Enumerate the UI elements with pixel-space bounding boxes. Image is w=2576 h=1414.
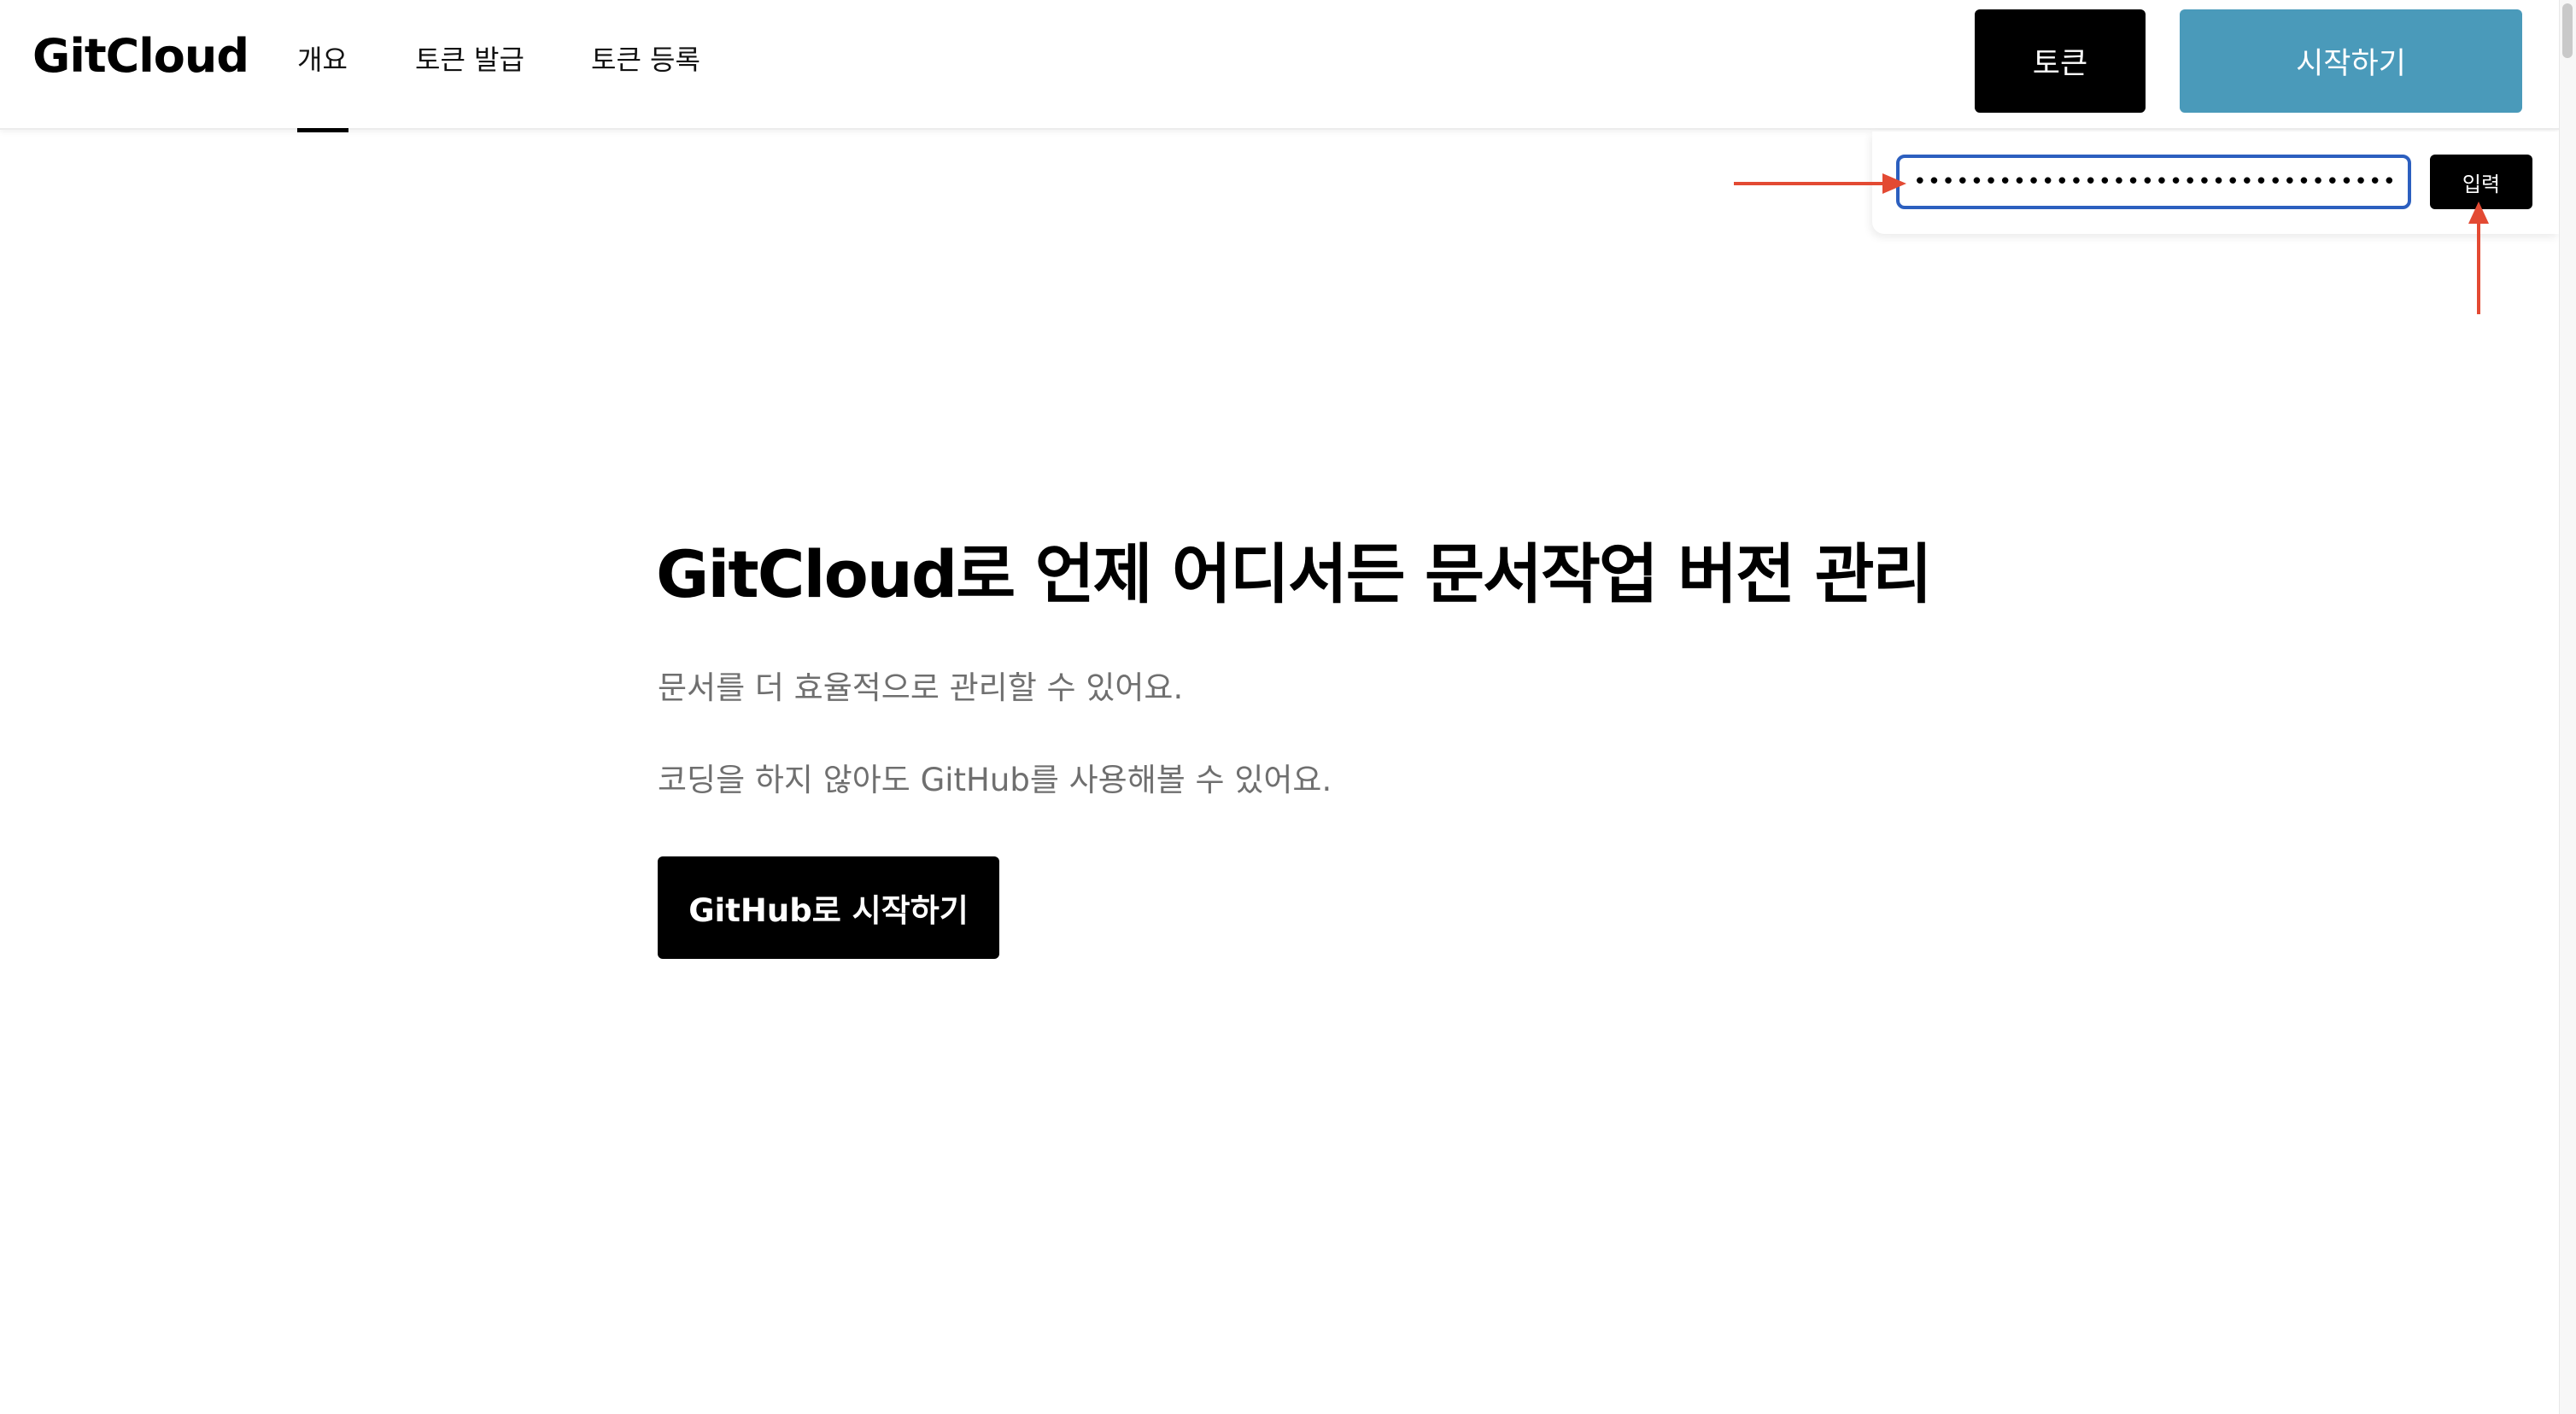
top-nav-bar: GitCloud 개요 토큰 발급 토큰 등록 토큰 시작하기 <box>0 0 2559 132</box>
token-input[interactable] <box>1896 155 2411 209</box>
vertical-scrollbar[interactable] <box>2559 0 2576 1414</box>
hero-title: GitCloud로 언제 어디서든 문서작업 버전 관리 <box>656 536 1932 612</box>
github-start-button[interactable]: GitHub로 시작하기 <box>658 856 999 959</box>
logo[interactable]: GitCloud <box>32 29 249 84</box>
page: GitCloud 개요 토큰 발급 토큰 등록 토큰 시작하기 입력 GitCl… <box>0 0 2576 1414</box>
nav-item-token-register[interactable]: 토큰 등록 <box>591 41 700 79</box>
active-tab-indicator <box>297 128 348 132</box>
nav-item-token-issue[interactable]: 토큰 발급 <box>415 41 524 79</box>
start-button[interactable]: 시작하기 <box>2180 9 2522 113</box>
hero-subtitle-1: 문서를 더 효율적으로 관리할 수 있어요. <box>658 669 1184 706</box>
token-button[interactable]: 토큰 <box>1975 9 2146 113</box>
scrollbar-thumb[interactable] <box>2562 3 2573 58</box>
hero-subtitle-2: 코딩을 하지 않아도 GitHub를 사용해볼 수 있어요. <box>658 762 1332 798</box>
token-submit-button[interactable]: 입력 <box>2430 155 2532 209</box>
nav-item-overview[interactable]: 개요 <box>297 41 348 79</box>
